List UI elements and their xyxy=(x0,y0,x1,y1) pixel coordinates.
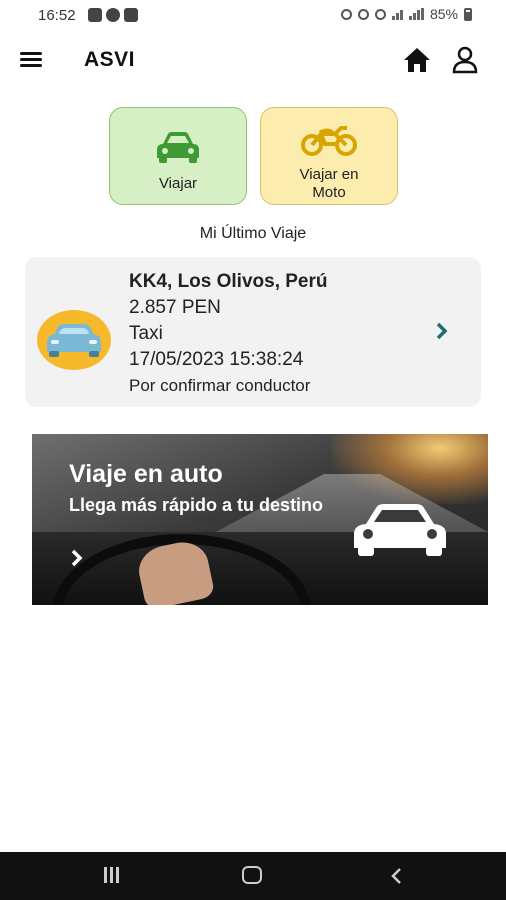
settings-notification-icon xyxy=(124,8,138,22)
app-bar: ASVI xyxy=(0,34,506,88)
trip-status: Por confirmar conductor xyxy=(129,376,311,395)
notification-icons xyxy=(88,8,138,22)
back-icon[interactable] xyxy=(388,866,404,886)
trip-service: Taxi xyxy=(129,323,163,344)
trip-datetime: 17/05/2023 15:38:24 xyxy=(129,349,304,370)
ride-car-label: Viajar xyxy=(158,175,198,192)
home-icon[interactable] xyxy=(402,46,432,74)
battery-icon xyxy=(464,7,472,21)
car-ride-banner[interactable]: Viaje en auto Llega más rápido a tu dest… xyxy=(32,434,488,605)
system-nav-bar xyxy=(0,852,506,900)
mute-icon xyxy=(357,8,369,20)
alarm-icon xyxy=(340,8,352,20)
user-icon[interactable] xyxy=(452,46,478,74)
app-title: ASVI xyxy=(84,48,136,71)
home-nav-icon[interactable] xyxy=(242,866,262,884)
battery-percent: 85% xyxy=(429,6,458,22)
car-icon xyxy=(354,504,446,556)
ride-car-button[interactable]: Viajar xyxy=(109,107,247,205)
wifi-icon xyxy=(391,8,403,20)
banner-subtitle: Llega más rápido a tu destino xyxy=(69,495,324,515)
trip-address: KK4, Los Olivos, Perú xyxy=(129,271,328,292)
ride-moto-label-line2: Moto xyxy=(312,184,346,201)
gallery-icon xyxy=(88,8,102,22)
status-bar: 16:52 85% xyxy=(0,0,506,32)
banner-title: Viaje en auto xyxy=(69,460,223,488)
menu-icon[interactable] xyxy=(20,50,44,70)
trip-details: KK4, Los Olivos, Perú 2.857 PEN Taxi 17/… xyxy=(129,269,328,399)
chevron-right-icon[interactable] xyxy=(70,548,84,568)
ride-moto-label-line1: Viajar en xyxy=(299,166,359,183)
recents-icon[interactable] xyxy=(102,867,122,885)
last-trip-heading: Mi Último Viaje xyxy=(199,225,307,242)
app-notification-icon xyxy=(106,8,120,22)
last-trip-card[interactable]: KK4, Los Olivos, Perú 2.857 PEN Taxi 17/… xyxy=(25,257,481,407)
ride-moto-label: Viajar en Moto xyxy=(261,166,397,202)
signal-icon xyxy=(408,8,424,20)
system-icons: 85% xyxy=(340,6,472,22)
location-icon xyxy=(374,8,386,20)
ride-moto-button[interactable]: Viajar en Moto xyxy=(260,107,398,205)
trip-price: 2.857 PEN xyxy=(129,297,221,318)
motorcycle-icon xyxy=(301,126,357,156)
car-icon xyxy=(157,132,199,163)
trip-avatar xyxy=(37,310,111,370)
taxi-car-icon xyxy=(47,324,101,357)
chevron-right-icon[interactable] xyxy=(435,321,449,341)
status-time: 16:52 xyxy=(38,7,76,24)
